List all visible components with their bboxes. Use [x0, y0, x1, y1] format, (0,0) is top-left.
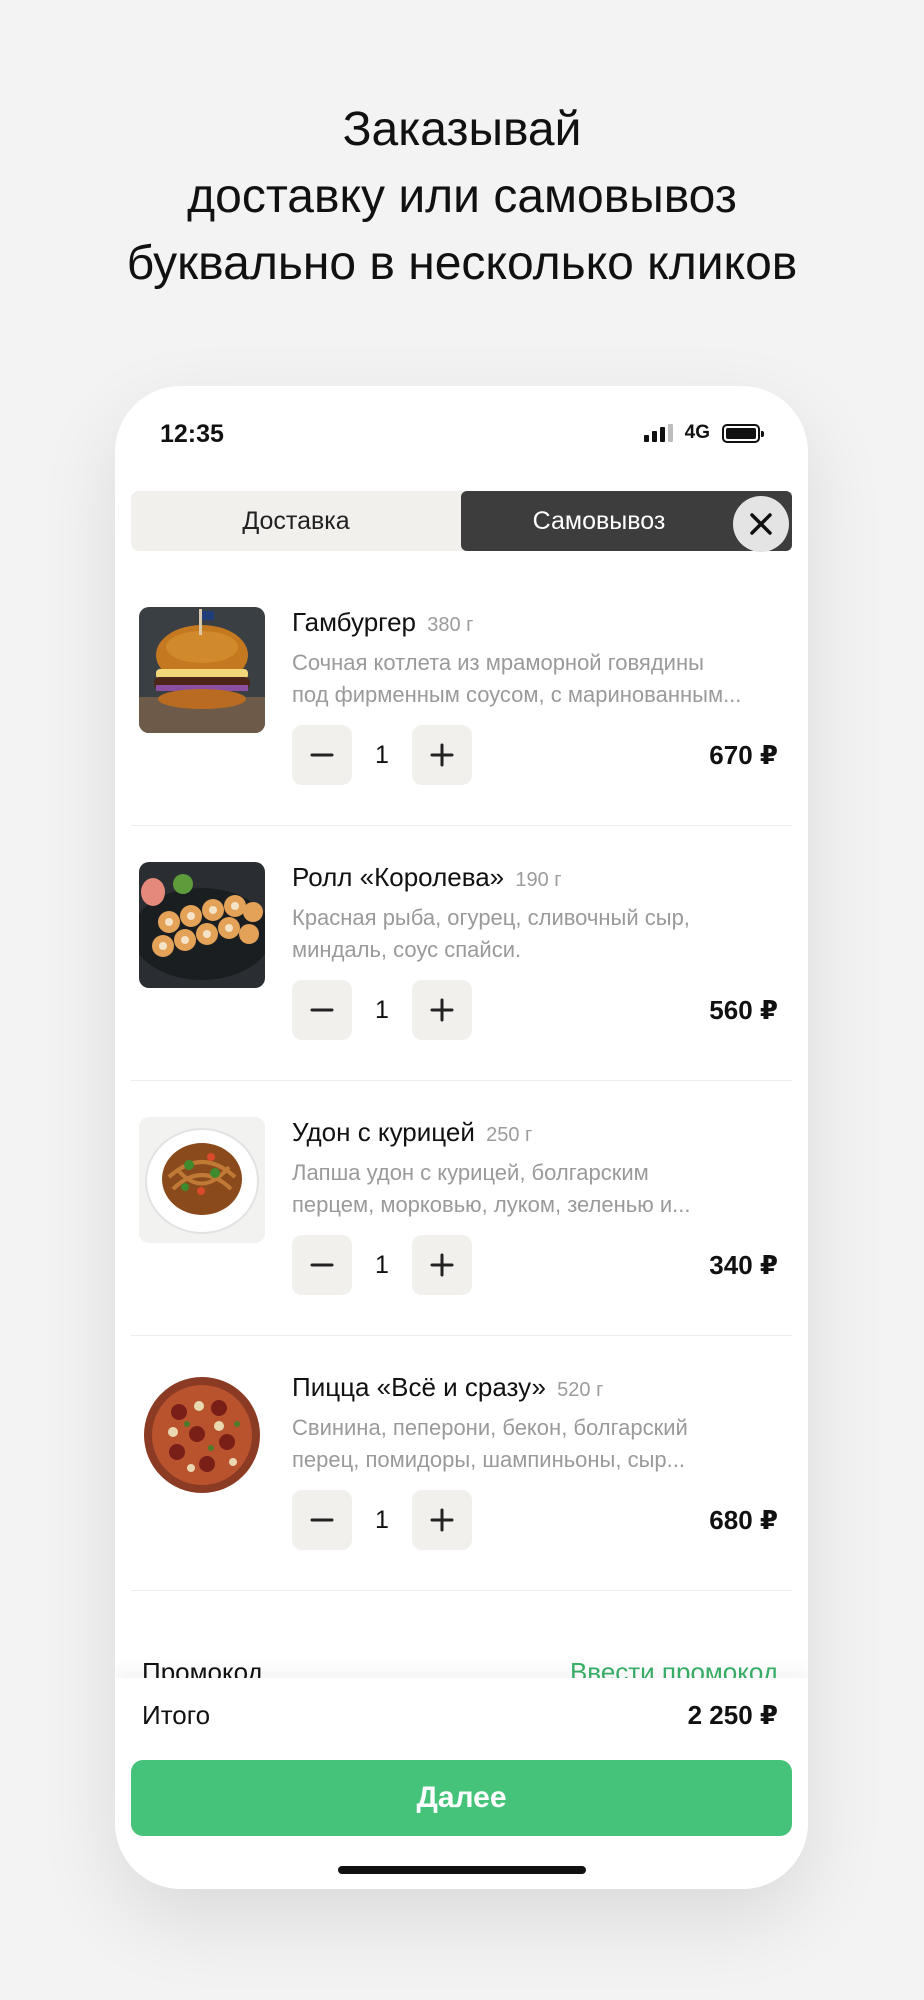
- minus-icon: [310, 1518, 334, 1522]
- plus-icon: [430, 998, 454, 1022]
- item-weight: 250 г: [486, 1124, 533, 1146]
- item-description: Лапша удон с курицей, болгарским перцем,…: [292, 1157, 782, 1221]
- minus-icon: [310, 1008, 334, 1012]
- quantity-value: 1: [375, 1250, 389, 1279]
- decrease-button[interactable]: [292, 725, 352, 785]
- plus-icon: [430, 743, 454, 767]
- home-indicator: [338, 1866, 586, 1874]
- total-label: Итого: [142, 1700, 211, 1730]
- increase-button[interactable]: [412, 1490, 472, 1550]
- divider: [131, 1590, 792, 1591]
- item-desc-line: под фирменным соусом, с маринованным...: [292, 682, 742, 707]
- status-time: 12:35: [160, 420, 224, 448]
- plus-icon: [430, 1508, 454, 1532]
- quantity-value: 1: [375, 740, 389, 769]
- quantity-value: 1: [375, 1505, 389, 1534]
- item-desc-line: перец, помидоры, шампиньоны, сыр...: [292, 1447, 685, 1472]
- status-bar: 12:35 4G: [115, 386, 808, 476]
- increase-button[interactable]: [412, 980, 472, 1040]
- item-desc-line: миндаль, соус спайси.: [292, 937, 522, 962]
- sushi-roll-photo: [139, 862, 265, 988]
- checkout-footer: Итого 2 250 ₽ Далее: [115, 1678, 808, 1889]
- cart-item: Пицца «Всё и сразу» 520 г Свинина, пепер…: [115, 1336, 808, 1591]
- headline-line-1: Заказывай: [342, 103, 582, 156]
- quantity-value: 1: [375, 995, 389, 1024]
- item-desc-line: Сочная котлета из мраморной говядины: [292, 650, 704, 675]
- decrease-button[interactable]: [292, 1490, 352, 1550]
- headline-line-3: буквально в несколько кликов: [126, 237, 798, 290]
- plus-icon: [430, 1253, 454, 1277]
- close-icon: [750, 513, 772, 535]
- item-description: Красная рыба, огурец, сливочный сыр, мин…: [292, 902, 782, 966]
- close-button[interactable]: [733, 496, 789, 552]
- item-desc-line: Красная рыба, огурец, сливочный сыр,: [292, 905, 690, 930]
- headline: Заказывай доставку или самовывоз букваль…: [0, 96, 924, 297]
- cart-item: Ролл «Королева» 190 г Красная рыба, огур…: [115, 826, 808, 1081]
- item-title: Ролл «Королева» 190 г: [292, 862, 562, 893]
- udon-bowl-photo: [139, 1117, 265, 1243]
- burger-photo: [139, 607, 265, 733]
- signal-icon: [643, 424, 673, 442]
- total-value: 2 250 ₽: [687, 1700, 778, 1730]
- item-name: Гамбургер: [292, 607, 416, 637]
- item-price: 340 ₽: [709, 1249, 778, 1280]
- item-title: Гамбургер 380 г: [292, 607, 473, 638]
- increase-button[interactable]: [412, 1235, 472, 1295]
- item-price: 560 ₽: [709, 994, 778, 1025]
- next-button[interactable]: Далее: [131, 1760, 792, 1836]
- item-name: Пицца «Всё и сразу»: [292, 1372, 546, 1402]
- item-price: 670 ₽: [709, 739, 778, 770]
- item-desc-line: Свинина, пеперони, бекон, болгарский: [292, 1415, 688, 1440]
- cart-item: Удон с курицей 250 г Лапша удон с курице…: [115, 1081, 808, 1336]
- item-weight: 190 г: [515, 869, 562, 891]
- delivery-mode-switch: Доставка Самовывоз: [131, 491, 792, 551]
- item-name: Ролл «Королева»: [292, 862, 505, 892]
- minus-icon: [310, 1263, 334, 1267]
- item-name: Удон с курицей: [292, 1117, 475, 1147]
- item-title: Пицца «Всё и сразу» 520 г: [292, 1372, 603, 1403]
- tab-delivery[interactable]: Доставка: [131, 491, 461, 551]
- decrease-button[interactable]: [292, 980, 352, 1040]
- decrease-button[interactable]: [292, 1235, 352, 1295]
- status-icons: 4G: [643, 422, 764, 444]
- cart-item: Гамбургер 380 г Сочная котлета из мрамор…: [115, 571, 808, 826]
- item-desc-line: перцем, морковью, луком, зеленью и...: [292, 1192, 691, 1217]
- item-title: Удон с курицей 250 г: [292, 1117, 532, 1148]
- minus-icon: [310, 753, 334, 757]
- increase-button[interactable]: [412, 725, 472, 785]
- item-price: 680 ₽: [709, 1504, 778, 1535]
- item-description: Сочная котлета из мраморной говядины под…: [292, 647, 782, 711]
- item-weight: 520 г: [557, 1379, 604, 1401]
- item-desc-line: Лапша удон с курицей, болгарским: [292, 1160, 649, 1185]
- pizza-photo: [139, 1372, 265, 1498]
- phone-screen: 12:35 4G Доставка Самовывоз Гамбургер 38…: [115, 386, 808, 1889]
- item-description: Свинина, пеперони, бекон, болгарский пер…: [292, 1412, 782, 1476]
- headline-line-2: доставку или самовывоз: [187, 170, 737, 223]
- battery-icon: [722, 423, 764, 443]
- network-label: 4G: [684, 422, 710, 443]
- item-weight: 380 г: [427, 614, 474, 636]
